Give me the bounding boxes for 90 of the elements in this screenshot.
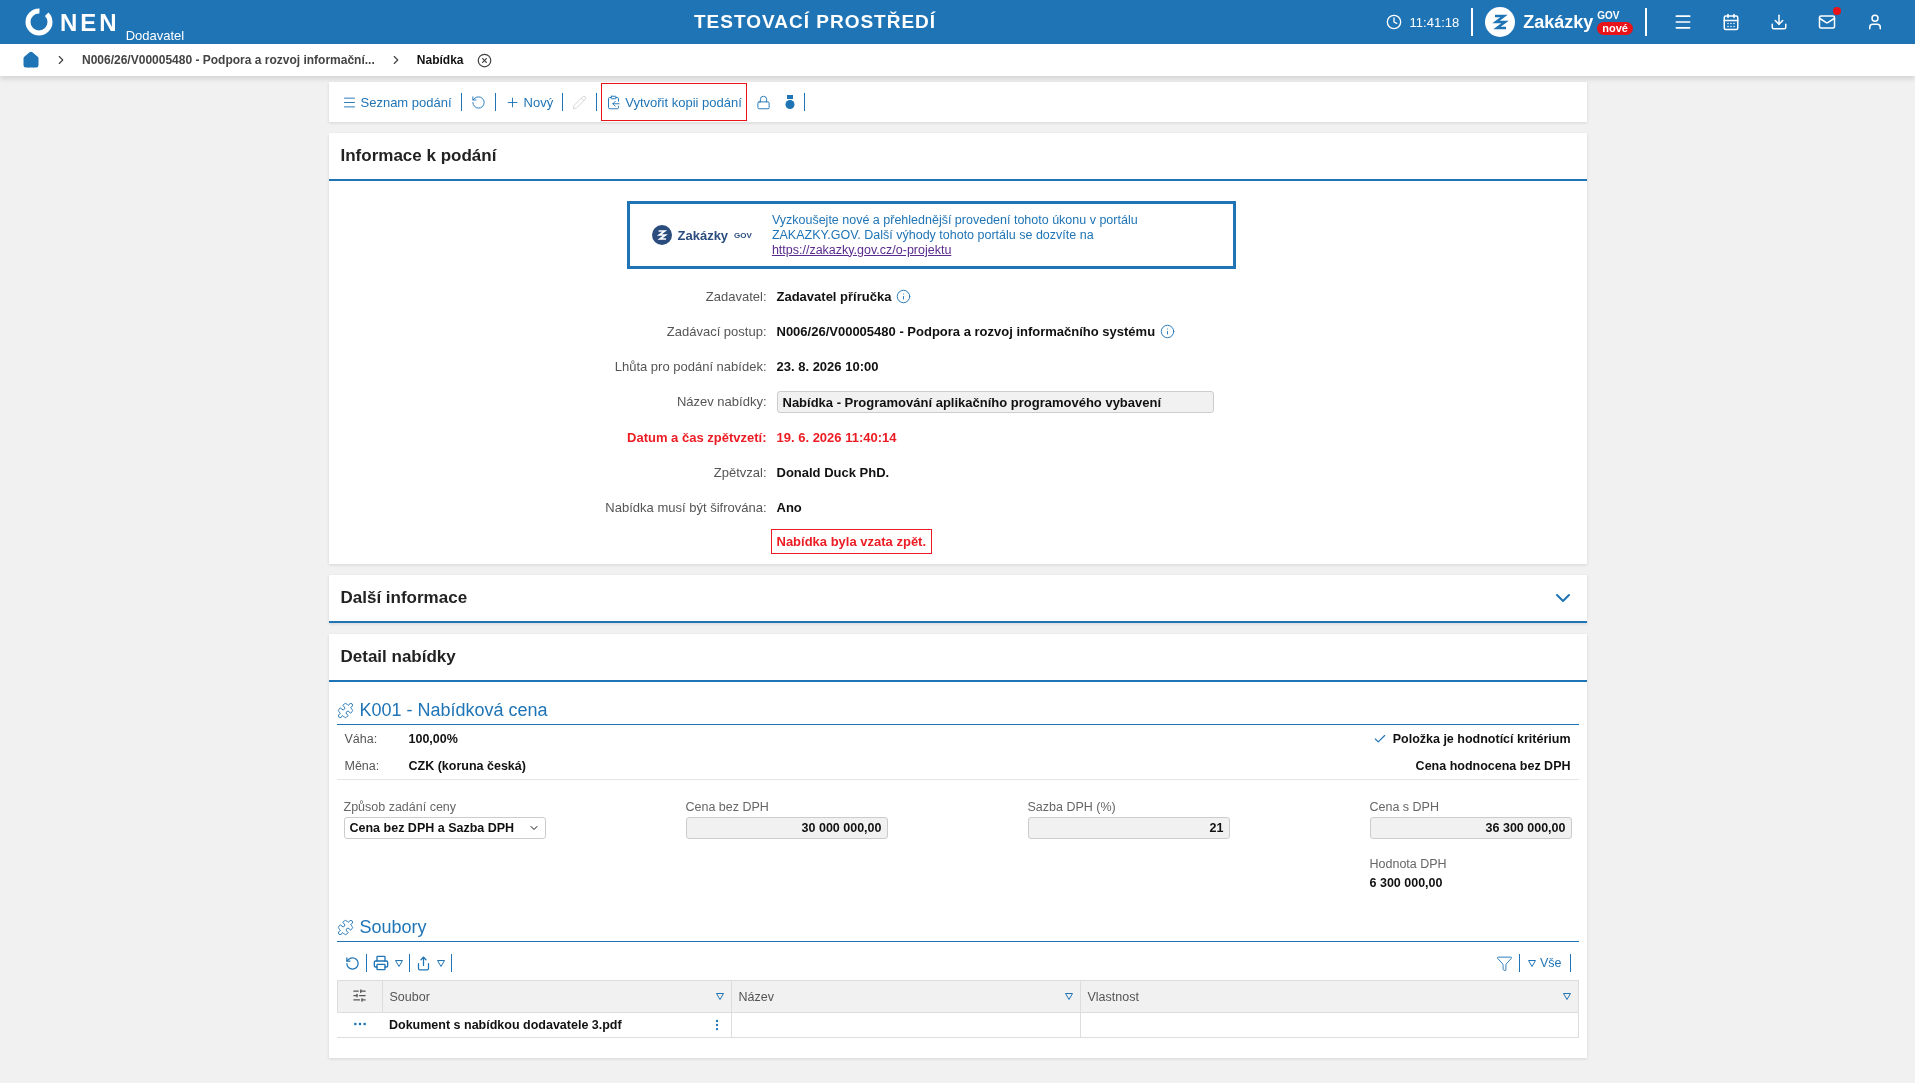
more-info-panel[interactable]: Další informace — [328, 575, 1587, 623]
info-icon[interactable] — [896, 289, 912, 304]
user-icon[interactable] — [1866, 13, 1884, 31]
column-header[interactable]: Název — [738, 989, 774, 1004]
portal-name[interactable]: Zakázky — [1523, 11, 1594, 33]
column-header[interactable]: Vlastnost — [1087, 989, 1139, 1004]
field-label: Zpětvzal: — [712, 464, 767, 482]
field-value: Ano — [776, 499, 802, 517]
filter-caret-icon[interactable] — [715, 993, 724, 1000]
property-value: 100,00% — [408, 731, 458, 746]
caret-icon[interactable] — [1527, 959, 1536, 967]
refresh-icon — [470, 94, 486, 110]
offer-name-field[interactable]: Nabídka - Programování aplikačního programového vybavení — [776, 391, 1214, 413]
field-value: N006/26/V00005480 - Podpora a rozvoj informačního systému — [776, 323, 1156, 341]
home-icon[interactable] — [22, 51, 40, 69]
print-icon[interactable] — [372, 955, 389, 971]
field-label: Cena bez DPH — [685, 800, 770, 814]
property-label: Váha: — [344, 731, 379, 746]
calendar-icon[interactable] — [1722, 13, 1740, 31]
field-label: Zadavatel: — [704, 288, 767, 306]
portal-logo-icon — [651, 225, 672, 245]
portal-logo-icon[interactable] — [1485, 7, 1516, 37]
plus-icon — [504, 94, 520, 110]
section-title: Další informace — [340, 588, 468, 608]
field-value: Donald Duck PhD. — [776, 464, 890, 482]
filter-caret-icon[interactable] — [1562, 993, 1571, 1000]
field-label: Nabídka musí být šifrována: — [604, 499, 767, 517]
field-label: Sazba DPH (%) — [1027, 800, 1117, 814]
filter-icon[interactable] — [1495, 954, 1513, 972]
filter-caret-icon[interactable] — [1064, 993, 1073, 1000]
seal-icon — [784, 94, 795, 110]
logo-icon — [24, 7, 54, 37]
puzzle-icon — [336, 702, 354, 719]
portal-brand: Zakázky $^{GOV}$ — [651, 225, 752, 245]
toolbar-button[interactable]: Vytvořit kopii podání — [601, 83, 747, 121]
property-value: CZK (koruna česká) — [408, 758, 526, 773]
close-icon[interactable] — [477, 52, 493, 68]
pencil-icon — [572, 94, 588, 110]
property-label: Měna: — [344, 758, 381, 773]
price-field: 30 000 000,00 — [685, 817, 888, 839]
clock-icon — [1385, 14, 1402, 30]
table-cell: Dokument s nabídkou dodavatele 3.pdf — [389, 1018, 622, 1032]
field-label: Cena s DPH — [1369, 800, 1440, 814]
logo-text: NEN — [60, 9, 120, 37]
field-value: Zadavatel příručka — [776, 288, 892, 306]
column-settings-icon[interactable] — [352, 987, 367, 1003]
clipboard-icon — [606, 94, 622, 110]
field-label: Název nabídky: — [675, 393, 767, 411]
section-title: Detail nabídky — [328, 634, 1587, 682]
breadcrumb-link[interactable]: N006/26/V00005480 - Podpora a rozvoj informační... — [82, 53, 375, 67]
refresh-icon[interactable] — [344, 955, 360, 971]
field-value: 23. 8. 2026 10:00 — [776, 358, 879, 376]
toolbar-button[interactable]: Seznam podání — [336, 83, 457, 121]
banner-text: Vyzkoušejte nové a přehlednější provedení tohoto úkonu v portálu ZAKAZKY.GOV. Další výhody tohoto portálu se dozvíte na https://zakazky.gov.cz/o-projektu — [771, 212, 1139, 258]
download-icon[interactable] — [1770, 13, 1788, 31]
view-filter-button[interactable]: Vše — [1525, 956, 1564, 970]
mail-icon[interactable] — [1818, 13, 1836, 31]
criterion-flag-label: Položka je hodnotící kritérium — [1392, 731, 1571, 746]
field-label: Datum a čas zpětvzetí: — [626, 429, 767, 447]
field-label: Způsob zadání ceny — [343, 800, 458, 814]
lock-icon — [755, 94, 771, 110]
withdrawn-notice: Nabídka byla vzata zpět. — [770, 529, 933, 554]
price-mode-select[interactable]: Cena bez DPH a Sazba DPH — [343, 817, 546, 839]
info-icon[interactable] — [1160, 324, 1176, 339]
files-title: Soubory — [359, 917, 427, 938]
toolbar-button[interactable]: Nový — [499, 83, 559, 121]
field-label: Zadávací postup: — [665, 323, 767, 341]
menu-icon[interactable] — [1673, 12, 1693, 32]
puzzle-icon — [336, 919, 354, 936]
clock-time: 11:41:18 — [1409, 14, 1460, 30]
portal-superscript: GOV — [1597, 9, 1620, 21]
price-field: 21 — [1027, 817, 1230, 839]
environment-title: TESTOVACÍ PROSTŘEDÍ — [693, 11, 938, 33]
evaluation-mode: Cena hodnocena bez DPH — [1415, 758, 1571, 773]
column-header[interactable]: Soubor — [389, 989, 430, 1004]
role-label: Dodavatel — [125, 28, 185, 43]
breadcrumb-link[interactable]: Nabídka — [416, 53, 464, 67]
caret-icon[interactable] — [436, 959, 445, 967]
menu-icon — [341, 94, 357, 110]
vat-value: 6 300 000,00 — [1369, 876, 1443, 890]
banner-link[interactable]: https://zakazky.gov.cz/o-projektu — [771, 242, 952, 257]
price-field: 36 300 000,00 — [1369, 817, 1572, 839]
export-icon[interactable] — [415, 955, 431, 971]
field-label: Hodnota DPH — [1369, 857, 1448, 871]
section-title: Informace k podání — [328, 133, 1587, 181]
field-label: Lhůta pro podání nabídek: — [613, 358, 767, 376]
criterion-title: K001 - Nabídková cena — [359, 700, 548, 721]
caret-icon[interactable] — [394, 959, 403, 967]
field-value: 19. 6. 2026 11:40:14 — [776, 429, 897, 447]
new-badge: nové — [1597, 21, 1633, 35]
